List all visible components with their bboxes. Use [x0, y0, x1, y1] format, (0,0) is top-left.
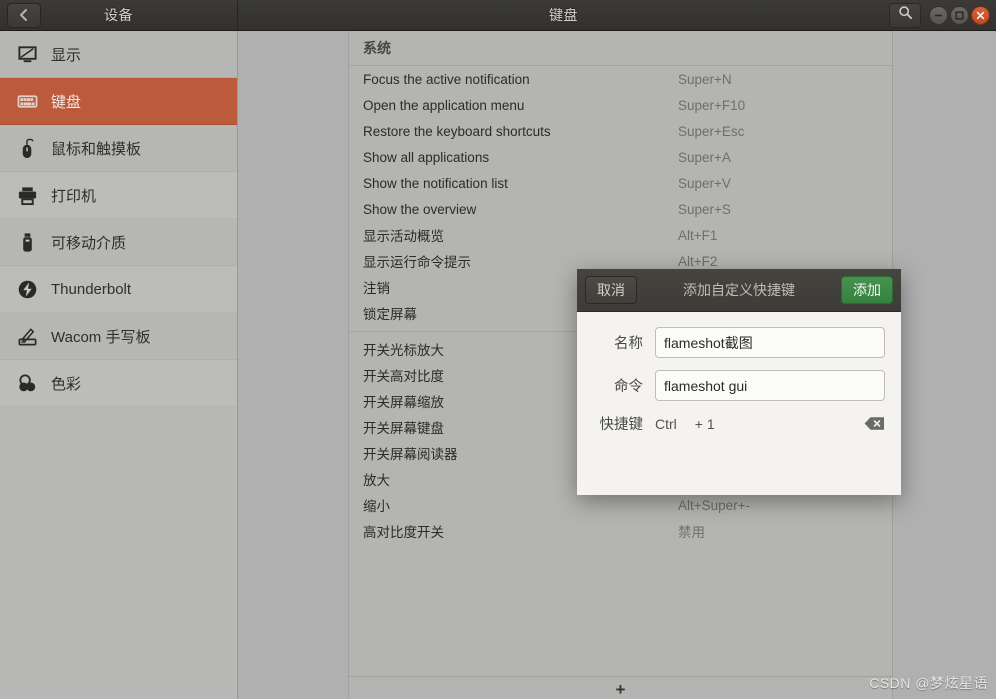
command-field-row: 命令 [593, 370, 885, 401]
command-field-label: 命令 [614, 379, 643, 395]
titlebar: 设备 键盘 [0, 0, 996, 31]
shortcut-row[interactable]: 缩小 Alt+Super+- [349, 492, 892, 518]
sidebar-list: 显示键盘鼠标和触摸板 打印机可移动介质 Thunderbolt Wacom 手写板 色彩 [0, 31, 237, 407]
sidebar-item-3[interactable]: 鼠标和触摸板 [0, 125, 237, 172]
sidebar-item-5[interactable]: 可移动介质 [0, 219, 237, 266]
window-controls [929, 5, 990, 25]
shortcut-row-accelerator: Super+A [678, 149, 731, 165]
color-icon [14, 370, 40, 396]
sidebar-item-label: 显示 [51, 46, 82, 64]
shortcut-field-row: 快捷键 Ctrl + 1 [593, 413, 885, 434]
shortcut-row-name: Focus the active notification [363, 71, 530, 87]
backspace-clear-icon[interactable] [863, 416, 885, 432]
sidebar-item-7[interactable]: Wacom 手写板 [0, 313, 237, 360]
back-button[interactable] [7, 2, 41, 28]
shortcut-row-name: Show the overview [363, 201, 477, 217]
shortcut-row-accelerator: Super+F10 [678, 97, 746, 113]
printer-icon [14, 182, 40, 208]
shortcut-row-name: Open the application menu [363, 97, 525, 113]
titlebar-center-section: 键盘 [238, 0, 889, 31]
content-area: 系统 Focus the active notification Super+N O… [239, 31, 996, 699]
plus-icon: + [615, 680, 626, 699]
shortcut-row-accelerator: Alt+F2 [678, 253, 718, 269]
shortcut-row-name: Show all applications [363, 149, 490, 165]
usb-drive-icon [14, 229, 40, 255]
add-shortcut-button[interactable]: + [348, 676, 893, 699]
sidebar-item-1[interactable]: 显示 [0, 31, 237, 78]
shortcut-row[interactable]: Show the notification list Super+V [349, 170, 892, 196]
add-button[interactable]: 添加 [841, 276, 893, 304]
titlebar-left-section: 设备 [0, 0, 238, 31]
shortcut-row[interactable]: Show all applications Super+A [349, 144, 892, 170]
sidebar-item-8[interactable]: 色彩 [0, 360, 237, 407]
wacom-tablet-icon [14, 323, 40, 349]
shortcut-modifier[interactable]: Ctrl [655, 416, 677, 432]
command-input[interactable] [655, 370, 885, 401]
mouse-icon [14, 135, 40, 161]
shortcut-row[interactable]: Focus the active notification Super+N [349, 66, 892, 92]
sidebar: 显示键盘鼠标和触摸板 打印机可移动介质 Thunderbolt Wacom 手写板 色彩 [0, 31, 238, 699]
shortcut-row-accelerator: Super+N [678, 71, 732, 87]
titlebar-right-section [889, 0, 996, 31]
name-input[interactable] [655, 327, 885, 358]
shortcut-row[interactable]: Open the application menu Super+F10 [349, 92, 892, 118]
sidebar-item-6[interactable]: Thunderbolt [0, 266, 237, 313]
shortcut-row-accelerator: Super+V [678, 175, 731, 191]
sidebar-item-label: 色彩 [51, 375, 82, 393]
sidebar-item-label: Wacom 手写板 [51, 328, 151, 346]
shortcut-row-accelerator: Alt+F1 [678, 227, 718, 243]
close-button[interactable] [971, 5, 990, 25]
shortcut-row[interactable]: Show the overview Super+S [349, 196, 892, 222]
name-field-label: 名称 [614, 336, 643, 352]
dialog-header: 取消 添加自定义快捷键 添加 [577, 269, 901, 312]
maximize-button[interactable] [950, 5, 969, 25]
shortcut-row-name: 显示运行命令提示 [363, 255, 471, 270]
sidebar-item-label: 鼠标和触摸板 [51, 140, 142, 158]
add-custom-shortcut-dialog: 取消 添加自定义快捷键 添加 名称 命令 快捷键 Ctrl + 1 [577, 269, 901, 495]
sidebar-item-2[interactable]: 键盘 [0, 78, 237, 125]
settings-window: 设备 键盘 显示 键盘 鼠标和触摸板 打印机 可移动介质 Thunderbolt… [0, 0, 996, 699]
sidebar-item-4[interactable]: 打印机 [0, 172, 237, 219]
minimize-button[interactable] [929, 5, 948, 25]
name-field-row: 名称 [593, 327, 885, 358]
shortcut-row-name: 显示活动概览 [363, 229, 444, 244]
search-button[interactable] [889, 2, 921, 28]
shortcut-row-accelerator: Super+Esc [678, 123, 745, 139]
chevron-left-icon [18, 8, 30, 22]
display-icon [14, 41, 40, 67]
shortcut-row-name: 缩小 [363, 499, 390, 514]
dialog-body: 名称 命令 快捷键 Ctrl + 1 [577, 312, 901, 434]
shortcut-row-accelerator: Super+S [678, 201, 731, 217]
sidebar-item-label: 可移动介质 [51, 234, 127, 252]
sidebar-item-label: 键盘 [51, 93, 82, 111]
shortcut-row[interactable]: Restore the keyboard shortcuts Super+Esc [349, 118, 892, 144]
shortcut-row-accelerator: Alt+Super+- [678, 497, 751, 513]
sidebar-item-label: Thunderbolt [51, 280, 132, 298]
thunderbolt-icon [14, 276, 40, 302]
sidebar-item-label: 打印机 [51, 187, 97, 205]
shortcut-row[interactable]: 高对比度开关 禁用 [349, 518, 892, 544]
shortcut-row-name: Restore the keyboard shortcuts [363, 123, 551, 139]
window-title: 键盘 [549, 7, 578, 23]
cancel-button[interactable]: 取消 [585, 276, 637, 304]
search-icon [898, 5, 913, 25]
shortcut-row-name: 高对比度开关 [363, 525, 444, 540]
shortcut-row[interactable]: 显示活动概览 Alt+F1 [349, 222, 892, 248]
shortcut-field-label: 快捷键 [599, 417, 644, 433]
shortcut-key[interactable]: + 1 [695, 416, 715, 432]
sidebar-empty-space [0, 407, 237, 699]
shortcut-row-name: Show the notification list [363, 175, 508, 191]
keyboard-icon [14, 88, 40, 114]
shortcut-row-accelerator: 禁用 [678, 525, 705, 540]
section-header: 系统 [349, 31, 892, 66]
